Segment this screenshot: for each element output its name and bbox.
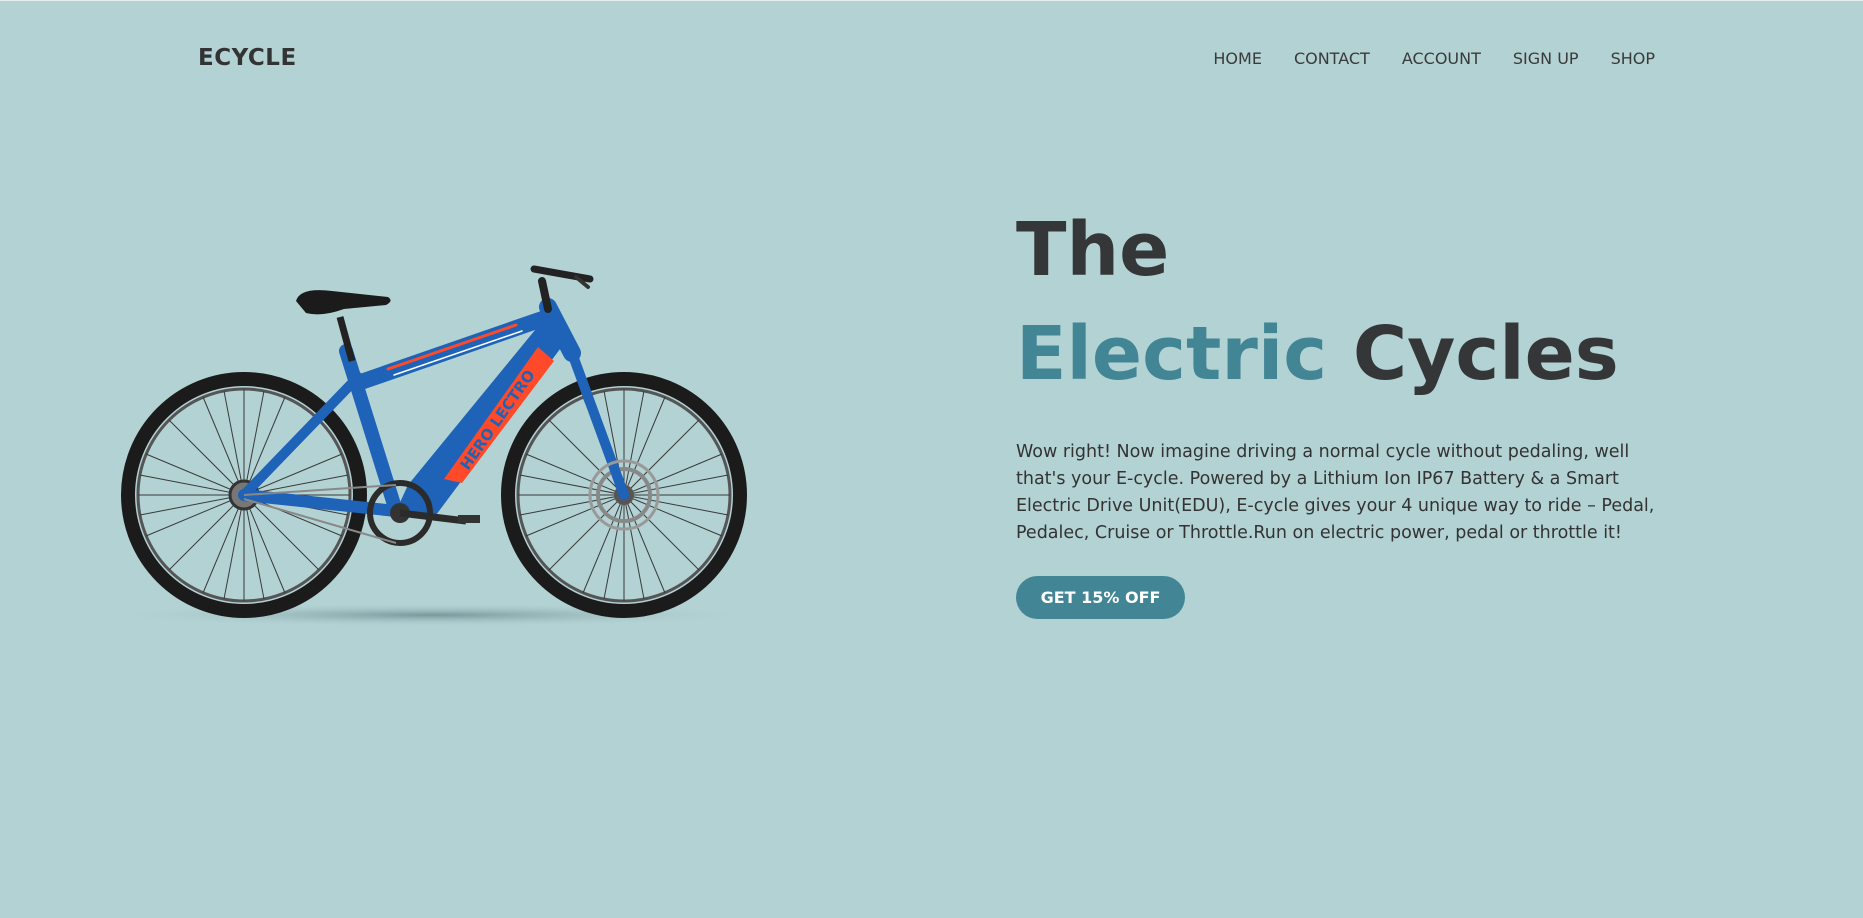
- electric-bicycle-image: HERO LECTRO: [97, 265, 767, 627]
- headline-rest: Cycles: [1327, 311, 1619, 397]
- nav-item-contact[interactable]: CONTACT: [1294, 49, 1370, 68]
- hero-description: Wow right! Now imagine driving a normal …: [1016, 441, 1655, 543]
- nav-item-home[interactable]: HOME: [1213, 49, 1262, 68]
- brand-logo[interactable]: ECYCLE: [198, 45, 297, 71]
- headline-line-2: Electric Cycles: [1016, 317, 1619, 391]
- hero-bike-image: HERO LECTRO: [96, 257, 768, 631]
- get-discount-button[interactable]: GET 15% OFF: [1016, 576, 1185, 619]
- headline-line-1: The: [1016, 207, 1170, 293]
- nav-item-account[interactable]: ACCOUNT: [1402, 49, 1481, 68]
- main-nav: HOME CONTACT ACCOUNT SIGN UP SHOP: [1181, 49, 1655, 68]
- nav-item-shop[interactable]: SHOP: [1611, 49, 1655, 68]
- landing-page: ECYCLE HOME CONTACT ACCOUNT SIGN UP SHOP: [0, 0, 1863, 918]
- hero-headline: The Electric Cycles: [1016, 213, 1619, 391]
- nav-item-sign-up[interactable]: SIGN UP: [1513, 49, 1579, 68]
- headline-accent-word: Electric: [1016, 311, 1328, 397]
